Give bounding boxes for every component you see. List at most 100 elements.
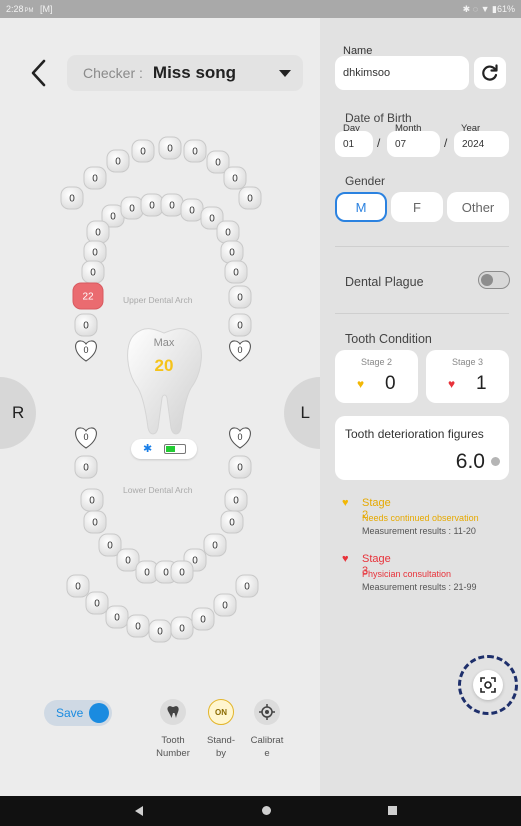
tooth[interactable]: 0	[83, 240, 107, 264]
refresh-button[interactable]	[474, 57, 506, 89]
year-field[interactable]: 2024	[454, 131, 509, 157]
tooth[interactable]: 0	[83, 510, 107, 534]
tooth[interactable]: 0	[216, 220, 240, 244]
tooth[interactable]: 0	[220, 240, 244, 264]
save-toggle[interactable]: Save	[44, 700, 112, 726]
tooth[interactable]: 0	[140, 193, 164, 217]
dental-plague-toggle[interactable]	[478, 271, 510, 289]
tooth[interactable]: 0	[106, 149, 130, 173]
gender-m-button[interactable]: M	[335, 192, 387, 222]
nav-home-icon[interactable]	[262, 806, 271, 815]
calibrate-button[interactable]: Calibrat e	[242, 699, 292, 760]
status-right: ✱ ◌ ▼ ▮61%	[463, 4, 515, 15]
tooth-value: 0	[92, 174, 98, 185]
tooth-value: 0	[95, 228, 101, 239]
day-field[interactable]: 01	[335, 131, 373, 157]
tooth[interactable]: 0	[224, 260, 248, 284]
nav-recents-icon[interactable]	[388, 806, 397, 815]
tooth[interactable]: 0	[183, 139, 207, 163]
tooth[interactable]: 0	[235, 574, 259, 598]
tooth[interactable]: 0	[85, 591, 109, 615]
gender-other-button[interactable]: Other	[447, 192, 509, 222]
tooth-value: 0	[69, 194, 75, 205]
tooth[interactable]: 0	[86, 220, 110, 244]
tooth[interactable]: 0	[83, 166, 107, 190]
tooth[interactable]: 0	[170, 560, 194, 584]
date-separator: /	[444, 136, 448, 150]
date-separator: /	[377, 136, 381, 150]
bluetooth-status-icon: ✱	[462, 3, 471, 14]
molar-tooth[interactable]: 0	[229, 340, 251, 362]
upper-arch-label: Upper Dental Arch	[123, 295, 193, 305]
tooth[interactable]: 0	[74, 313, 98, 337]
stage3-card: Stage 3 ♥ 1	[426, 350, 509, 403]
tooth-value: 0	[237, 432, 242, 442]
yellow-tooth-icon: ♥	[342, 497, 349, 509]
tooth[interactable]: 0	[120, 196, 144, 220]
year-value: 2024	[462, 138, 485, 150]
standby-button[interactable]: ON Stand- by	[196, 699, 246, 760]
tooth[interactable]: 0	[148, 619, 172, 643]
tooth-value: 0	[244, 582, 250, 593]
calibrate-icon	[254, 699, 280, 725]
name-field[interactable]: dhkimsoo	[335, 56, 469, 90]
dental-arch-chart[interactable]: 0 0 0 0 0 0 0 0 0 0 0 0 0 0 0 0 0 0 0 0 0 22 0 0 0 0 0 0 0 0 0 0 0 0 0 0 0 0 0…	[0, 0, 320, 796]
gender-f-button[interactable]: F	[391, 192, 443, 222]
tooth[interactable]: 0	[66, 574, 90, 598]
battery-fill	[166, 446, 175, 452]
tooth[interactable]: 0	[180, 198, 204, 222]
tooth-value: 0	[167, 144, 173, 155]
tooth[interactable]: 0	[81, 260, 105, 284]
tooth-value: 0	[135, 622, 141, 633]
tooth[interactable]: 0	[223, 166, 247, 190]
max-label: Max	[153, 337, 175, 349]
tooth[interactable]: 0	[74, 455, 98, 479]
tooth-value: 0	[149, 201, 155, 212]
tooth[interactable]: 0	[228, 313, 252, 337]
molar-tooth[interactable]: 0	[229, 427, 251, 449]
tooth[interactable]: 22	[72, 282, 104, 310]
molar-tooth[interactable]: 0	[75, 427, 97, 449]
tooth[interactable]: 0	[228, 455, 252, 479]
tooth-value: 0	[222, 601, 228, 612]
tooth[interactable]: 0	[131, 139, 155, 163]
tooth-value: 0	[212, 541, 218, 552]
tooth[interactable]: 0	[170, 616, 194, 640]
tooth[interactable]: 0	[203, 533, 227, 557]
tooth[interactable]: 0	[238, 186, 262, 210]
legend-stage2-range: Measurement results : 11-20	[362, 526, 476, 536]
tooth-condition-label: Tooth Condition	[345, 332, 432, 346]
deterioration-title: Tooth deterioration figures	[345, 427, 484, 441]
nav-back-icon[interactable]	[135, 806, 143, 816]
battery-percent: 61%	[496, 3, 515, 14]
tooth[interactable]: 0	[224, 488, 248, 512]
tooth-value: 0	[140, 147, 146, 158]
tooth[interactable]: 0	[60, 186, 84, 210]
tooth-number-button[interactable]: Tooth Number	[148, 699, 198, 760]
molar-tooth[interactable]: 0	[75, 340, 97, 362]
tooth-value: 0	[163, 568, 169, 579]
device-status-pill: ✱	[131, 439, 197, 459]
standby-on-icon: ON	[208, 699, 234, 725]
tooth-value: 0	[129, 204, 135, 215]
tooth[interactable]: 0	[191, 607, 215, 631]
tooth[interactable]: 0	[158, 136, 182, 160]
tooth[interactable]: 0	[220, 510, 244, 534]
tooth-value: 0	[83, 432, 88, 442]
tooth[interactable]: 0	[228, 285, 252, 309]
tooth-value: 0	[237, 321, 243, 332]
yellow-tooth-icon: ♥	[357, 377, 365, 391]
tooth[interactable]: 0	[80, 488, 104, 512]
tooth-value: 0	[144, 568, 150, 579]
month-value: 07	[395, 138, 407, 150]
info-icon[interactable]	[491, 457, 500, 466]
tooth[interactable]: 0	[213, 593, 237, 617]
tooth-value: 0	[125, 556, 131, 567]
stage2-count: 0	[385, 373, 396, 394]
month-field[interactable]: 07	[387, 131, 440, 157]
tooth[interactable]: 0	[126, 614, 150, 638]
tooth-value: 0	[110, 212, 116, 223]
tooth[interactable]: 0	[160, 193, 184, 217]
tooth[interactable]: 0	[105, 605, 129, 629]
scan-button[interactable]	[458, 655, 518, 715]
